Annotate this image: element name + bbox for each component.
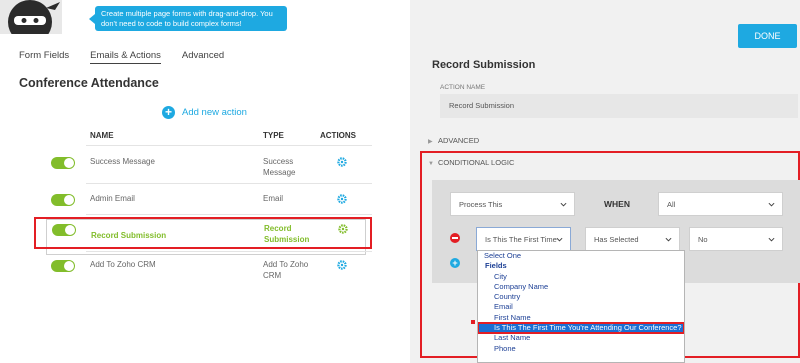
action-row-add-to-zoho-crm[interactable]: Add To Zoho CRM Add To Zoho CRM: [46, 256, 366, 292]
ninja-forms-logo: [0, 0, 62, 34]
dropdown-group-label: Fields: [485, 261, 507, 271]
chevron-down-icon: [560, 202, 567, 207]
add-new-action-button[interactable]: + Add new action: [162, 106, 247, 119]
match-all-select-value: All: [667, 200, 676, 209]
enable-toggle[interactable]: [51, 194, 75, 206]
builder-tabs: Form Fields Emails & Actions Advanced: [19, 50, 224, 68]
action-name: Add To Zoho CRM: [90, 260, 156, 269]
condition-field-value: Is This The First Time: [485, 235, 557, 244]
column-header-actions: ACTIONS: [320, 131, 356, 140]
remove-condition-icon[interactable]: [450, 233, 460, 243]
dropdown-option[interactable]: Select One: [478, 251, 684, 261]
process-select-value: Process This: [459, 200, 503, 209]
condition-value-value: No: [698, 235, 708, 244]
done-button[interactable]: DONE: [738, 24, 797, 48]
dropdown-option[interactable]: Email: [478, 302, 684, 312]
action-type: Email: [263, 194, 284, 203]
add-new-action-label: Add new action: [182, 107, 247, 118]
dropdown-option[interactable]: Country: [478, 292, 684, 302]
chevron-down-icon: [556, 237, 563, 242]
tip-tooltip: Create multiple page forms with drag-and…: [89, 6, 287, 31]
condition-field-select[interactable]: Is This The First Time: [476, 227, 571, 251]
chevron-down-icon: [768, 202, 775, 207]
table-divider: [86, 183, 372, 184]
action-name: Success Message: [90, 157, 155, 166]
settings-title: Record Submission: [432, 59, 536, 71]
action-name-label: ACTION NAME: [440, 84, 486, 91]
condition-operator-select[interactable]: Has Selected: [585, 227, 680, 251]
match-all-select[interactable]: All: [658, 192, 783, 216]
action-name: Admin Email: [90, 194, 135, 203]
tab-emails-actions[interactable]: Emails & Actions: [90, 50, 161, 64]
action-type: Add To Zoho CRM: [263, 260, 309, 280]
advanced-label: ADVANCED: [438, 136, 480, 145]
dropdown-option[interactable]: First Name: [478, 313, 684, 323]
condition-value-select[interactable]: No: [689, 227, 783, 251]
table-divider: [86, 145, 372, 146]
dropdown-option[interactable]: City: [478, 272, 684, 282]
column-header-name: NAME: [90, 131, 114, 140]
dropdown-option[interactable]: Company Name: [478, 282, 684, 292]
chevron-down-icon: [665, 237, 672, 242]
dropdown-option[interactable]: Last Name: [478, 333, 684, 343]
chevron-down-icon: [768, 237, 775, 242]
form-builder-panel: Create multiple page forms with drag-and…: [0, 0, 410, 363]
enable-toggle[interactable]: [51, 260, 75, 272]
table-divider: [86, 214, 372, 215]
condition-operator-value: Has Selected: [594, 235, 639, 244]
gear-icon[interactable]: [337, 260, 347, 270]
gear-icon[interactable]: [337, 194, 347, 204]
form-title: Conference Attendance: [19, 76, 159, 90]
column-header-type: TYPE: [263, 131, 284, 140]
action-type: Success Message: [263, 157, 296, 177]
advanced-section-toggle[interactable]: ▶ ADVANCED: [428, 136, 479, 145]
caret-right-icon: ▶: [428, 139, 433, 145]
enable-toggle[interactable]: [51, 157, 75, 169]
annotation-mark: [471, 320, 475, 324]
tab-form-fields[interactable]: Form Fields: [19, 50, 69, 64]
when-label: WHEN: [604, 199, 630, 209]
dropdown-option-selected[interactable]: Is This The First Time You're Attending …: [478, 322, 684, 335]
plus-circle-icon: +: [162, 106, 175, 119]
gear-icon[interactable]: [337, 157, 347, 167]
add-condition-icon[interactable]: +: [450, 258, 460, 268]
dropdown-option[interactable]: Phone: [478, 344, 684, 354]
table-divider: [86, 251, 372, 252]
field-dropdown-list: Select One Fields City Company Name Coun…: [477, 250, 685, 363]
selected-row-highlight: [34, 217, 372, 249]
tab-advanced[interactable]: Advanced: [182, 50, 224, 64]
process-select[interactable]: Process This: [450, 192, 575, 216]
action-name-input[interactable]: Record Submission: [440, 94, 798, 118]
